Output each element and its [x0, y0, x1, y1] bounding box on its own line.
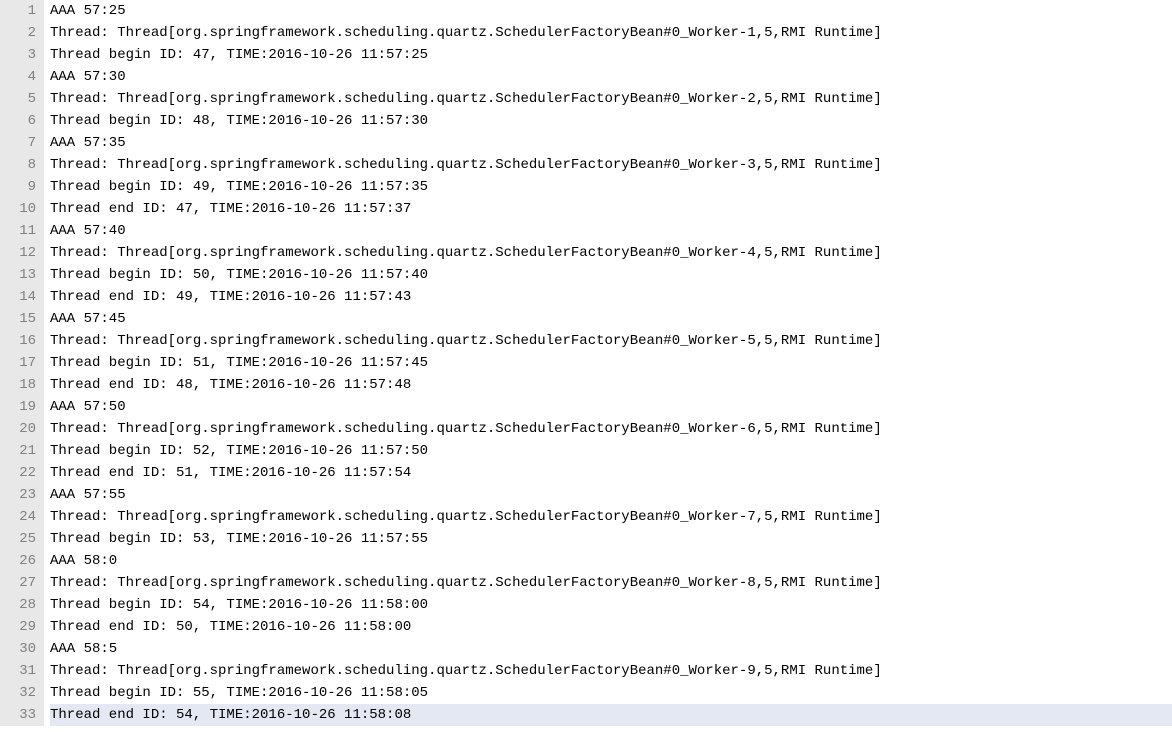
code-line[interactable]: Thread begin ID: 49, TIME:2016-10-26 11:…: [50, 176, 1172, 198]
line-number: 26: [4, 550, 36, 572]
line-number: 15: [4, 308, 36, 330]
code-area[interactable]: AAA 57:25Thread: Thread[org.springframew…: [44, 0, 1172, 726]
code-line[interactable]: AAA 57:25: [50, 0, 1172, 22]
line-number: 16: [4, 330, 36, 352]
line-number: 23: [4, 484, 36, 506]
line-number: 33: [4, 704, 36, 726]
line-number: 29: [4, 616, 36, 638]
code-line[interactable]: Thread: Thread[org.springframework.sched…: [50, 330, 1172, 352]
code-line[interactable]: Thread end ID: 54, TIME:2016-10-26 11:58…: [50, 704, 1172, 726]
code-line[interactable]: AAA 58:5: [50, 638, 1172, 660]
line-number: 31: [4, 660, 36, 682]
code-line[interactable]: AAA 58:0: [50, 550, 1172, 572]
line-number: 3: [4, 44, 36, 66]
code-line[interactable]: Thread: Thread[org.springframework.sched…: [50, 242, 1172, 264]
code-line[interactable]: AAA 57:50: [50, 396, 1172, 418]
code-line[interactable]: Thread begin ID: 47, TIME:2016-10-26 11:…: [50, 44, 1172, 66]
code-line[interactable]: Thread begin ID: 53, TIME:2016-10-26 11:…: [50, 528, 1172, 550]
code-line[interactable]: Thread begin ID: 51, TIME:2016-10-26 11:…: [50, 352, 1172, 374]
line-number: 21: [4, 440, 36, 462]
code-line[interactable]: Thread end ID: 48, TIME:2016-10-26 11:57…: [50, 374, 1172, 396]
code-line[interactable]: Thread begin ID: 54, TIME:2016-10-26 11:…: [50, 594, 1172, 616]
code-line[interactable]: Thread: Thread[org.springframework.sched…: [50, 418, 1172, 440]
line-number: 4: [4, 66, 36, 88]
code-line[interactable]: Thread begin ID: 48, TIME:2016-10-26 11:…: [50, 110, 1172, 132]
line-number: 25: [4, 528, 36, 550]
line-number: 2: [4, 22, 36, 44]
line-number: 11: [4, 220, 36, 242]
line-number-gutter: 1234567891011121314151617181920212223242…: [0, 0, 44, 726]
line-number: 13: [4, 264, 36, 286]
line-number: 8: [4, 154, 36, 176]
code-line[interactable]: Thread begin ID: 50, TIME:2016-10-26 11:…: [50, 264, 1172, 286]
code-line[interactable]: Thread end ID: 50, TIME:2016-10-26 11:58…: [50, 616, 1172, 638]
code-line[interactable]: Thread: Thread[org.springframework.sched…: [50, 506, 1172, 528]
line-number: 17: [4, 352, 36, 374]
line-number: 20: [4, 418, 36, 440]
line-number: 7: [4, 132, 36, 154]
line-number: 6: [4, 110, 36, 132]
code-line[interactable]: Thread end ID: 51, TIME:2016-10-26 11:57…: [50, 462, 1172, 484]
code-line[interactable]: Thread: Thread[org.springframework.sched…: [50, 660, 1172, 682]
line-number: 19: [4, 396, 36, 418]
line-number: 12: [4, 242, 36, 264]
line-number: 27: [4, 572, 36, 594]
code-line[interactable]: Thread: Thread[org.springframework.sched…: [50, 22, 1172, 44]
code-line[interactable]: AAA 57:35: [50, 132, 1172, 154]
line-number: 5: [4, 88, 36, 110]
line-number: 9: [4, 176, 36, 198]
line-number: 10: [4, 198, 36, 220]
line-number: 14: [4, 286, 36, 308]
code-line[interactable]: Thread: Thread[org.springframework.sched…: [50, 154, 1172, 176]
code-editor: 1234567891011121314151617181920212223242…: [0, 0, 1172, 726]
line-number: 30: [4, 638, 36, 660]
line-number: 32: [4, 682, 36, 704]
code-line[interactable]: Thread: Thread[org.springframework.sched…: [50, 572, 1172, 594]
code-line[interactable]: AAA 57:30: [50, 66, 1172, 88]
code-line[interactable]: Thread: Thread[org.springframework.sched…: [50, 88, 1172, 110]
code-line[interactable]: Thread begin ID: 52, TIME:2016-10-26 11:…: [50, 440, 1172, 462]
code-line[interactable]: AAA 57:40: [50, 220, 1172, 242]
code-line[interactable]: Thread end ID: 47, TIME:2016-10-26 11:57…: [50, 198, 1172, 220]
line-number: 18: [4, 374, 36, 396]
line-number: 22: [4, 462, 36, 484]
code-line[interactable]: AAA 57:55: [50, 484, 1172, 506]
line-number: 28: [4, 594, 36, 616]
code-line[interactable]: AAA 57:45: [50, 308, 1172, 330]
line-number: 1: [4, 0, 36, 22]
line-number: 24: [4, 506, 36, 528]
code-line[interactable]: Thread end ID: 49, TIME:2016-10-26 11:57…: [50, 286, 1172, 308]
code-line[interactable]: Thread begin ID: 55, TIME:2016-10-26 11:…: [50, 682, 1172, 704]
